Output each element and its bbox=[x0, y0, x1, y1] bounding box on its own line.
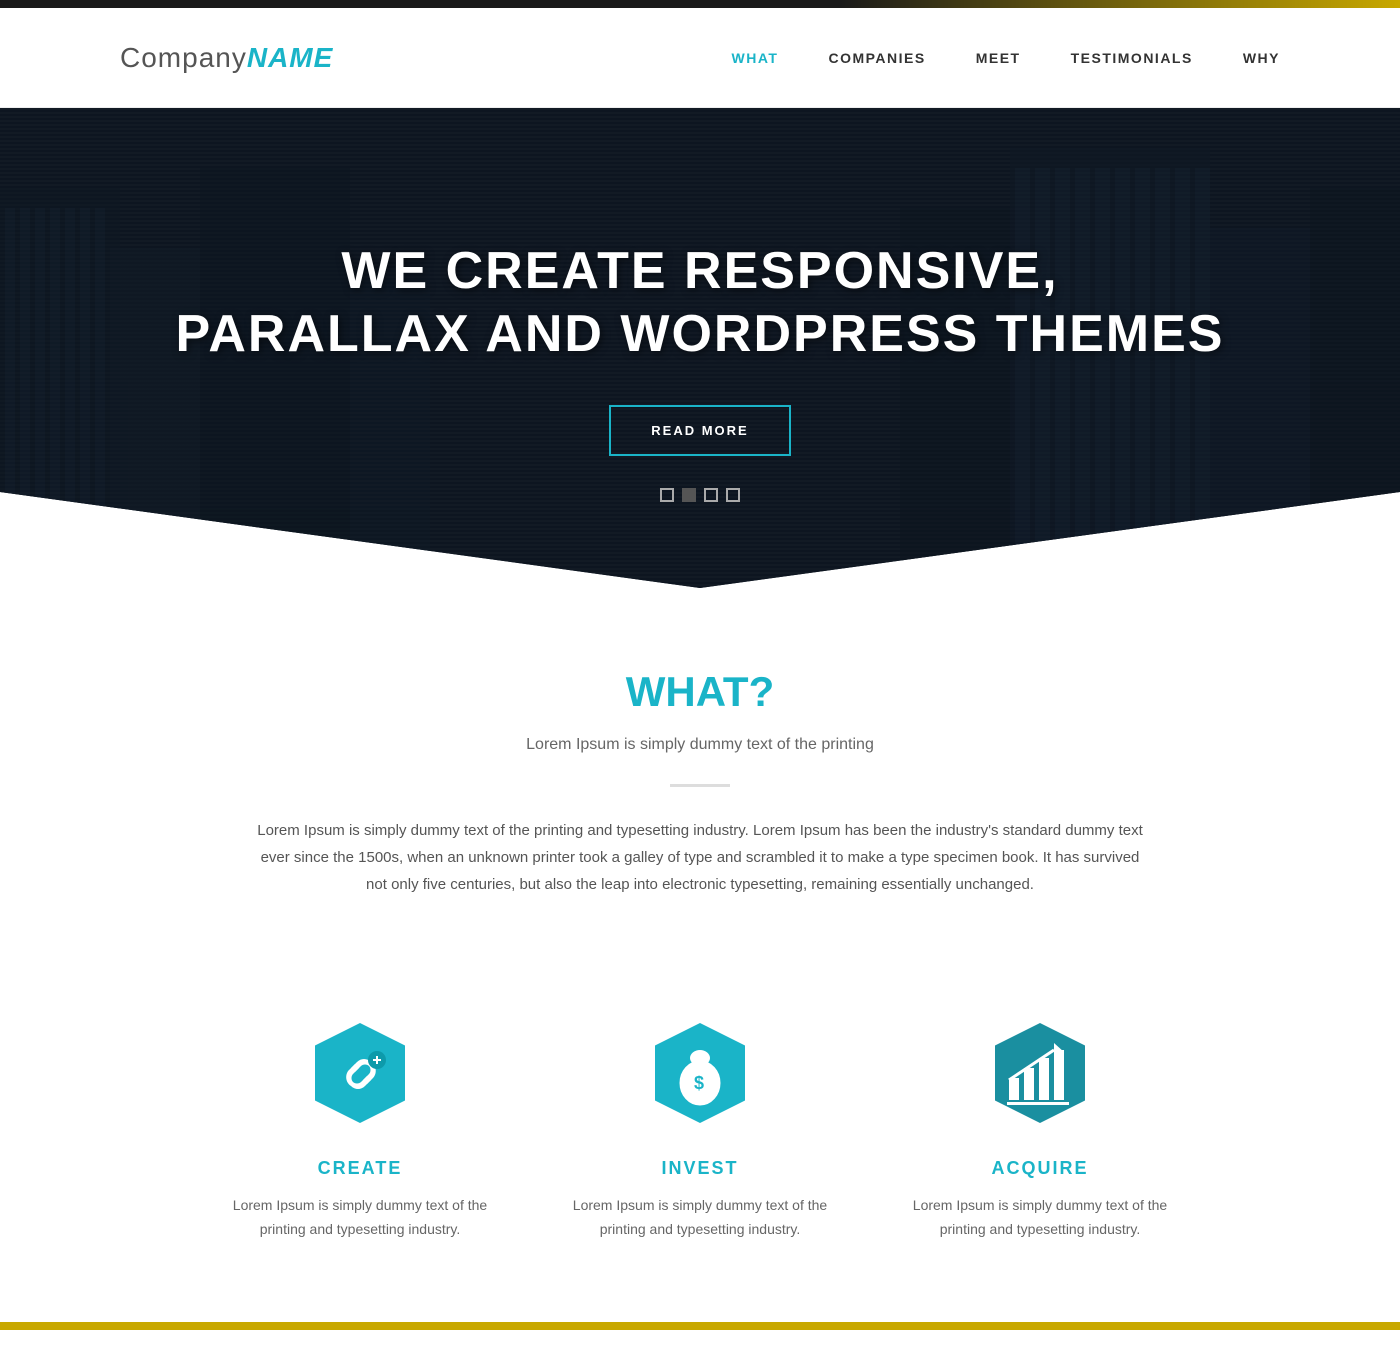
slider-dot-4[interactable] bbox=[726, 488, 740, 502]
hero-content: WE CREATE RESPONSIVE, PARALLAX AND WORDP… bbox=[76, 240, 1325, 456]
what-body: Lorem Ipsum is simply dummy text of the … bbox=[250, 817, 1150, 898]
create-title: CREATE bbox=[318, 1158, 403, 1179]
create-desc: Lorem Ipsum is simply dummy text of the … bbox=[230, 1194, 490, 1242]
nav-testimonials[interactable]: TESTIMONIALS bbox=[1071, 50, 1193, 66]
header: CompanyNAME WHAT COMPANIES MEET TESTIMON… bbox=[0, 8, 1400, 108]
bottom-bar bbox=[0, 1322, 1400, 1330]
hero-section: WE CREATE RESPONSIVE, PARALLAX AND WORDP… bbox=[0, 108, 1400, 588]
svg-text:$: $ bbox=[694, 1073, 704, 1093]
top-bar bbox=[0, 0, 1400, 8]
feature-acquire: ACQUIRE Lorem Ipsum is simply dummy text… bbox=[910, 1018, 1170, 1242]
slider-dot-3[interactable] bbox=[704, 488, 718, 502]
create-hexagon bbox=[305, 1018, 415, 1128]
what-section: WHAT? Lorem Ipsum is simply dummy text o… bbox=[0, 588, 1400, 958]
logo-company-text: Company bbox=[120, 42, 247, 73]
what-title: WHAT? bbox=[200, 668, 1200, 716]
acquire-desc: Lorem Ipsum is simply dummy text of the … bbox=[910, 1194, 1170, 1242]
nav-what[interactable]: WHAT bbox=[732, 50, 779, 66]
slider-dot-1[interactable] bbox=[660, 488, 674, 502]
nav-companies[interactable]: COMPANIES bbox=[828, 50, 925, 66]
invest-title: INVEST bbox=[661, 1158, 738, 1179]
logo-name-text: NAME bbox=[247, 42, 333, 73]
slider-dot-2[interactable] bbox=[682, 488, 696, 502]
acquire-title: ACQUIRE bbox=[991, 1158, 1088, 1179]
slider-dots bbox=[660, 488, 740, 502]
features-section: CREATE Lorem Ipsum is simply dummy text … bbox=[0, 958, 1400, 1322]
feature-create: CREATE Lorem Ipsum is simply dummy text … bbox=[230, 1018, 490, 1242]
what-subtitle: Lorem Ipsum is simply dummy text of the … bbox=[200, 736, 1200, 754]
hero-title: WE CREATE RESPONSIVE, PARALLAX AND WORDP… bbox=[176, 240, 1225, 365]
logo[interactable]: CompanyNAME bbox=[120, 42, 333, 74]
read-more-button[interactable]: READ MORE bbox=[609, 405, 790, 456]
main-nav: WHAT COMPANIES MEET TESTIMONIALS WHY bbox=[732, 50, 1281, 66]
acquire-hexagon bbox=[985, 1018, 1095, 1128]
what-divider bbox=[670, 784, 730, 787]
invest-hexagon: $ bbox=[645, 1018, 755, 1128]
nav-why[interactable]: WHY bbox=[1243, 50, 1280, 66]
invest-desc: Lorem Ipsum is simply dummy text of the … bbox=[570, 1194, 830, 1242]
feature-invest: $ INVEST Lorem Ipsum is simply dummy tex… bbox=[570, 1018, 830, 1242]
nav-meet[interactable]: MEET bbox=[976, 50, 1021, 66]
